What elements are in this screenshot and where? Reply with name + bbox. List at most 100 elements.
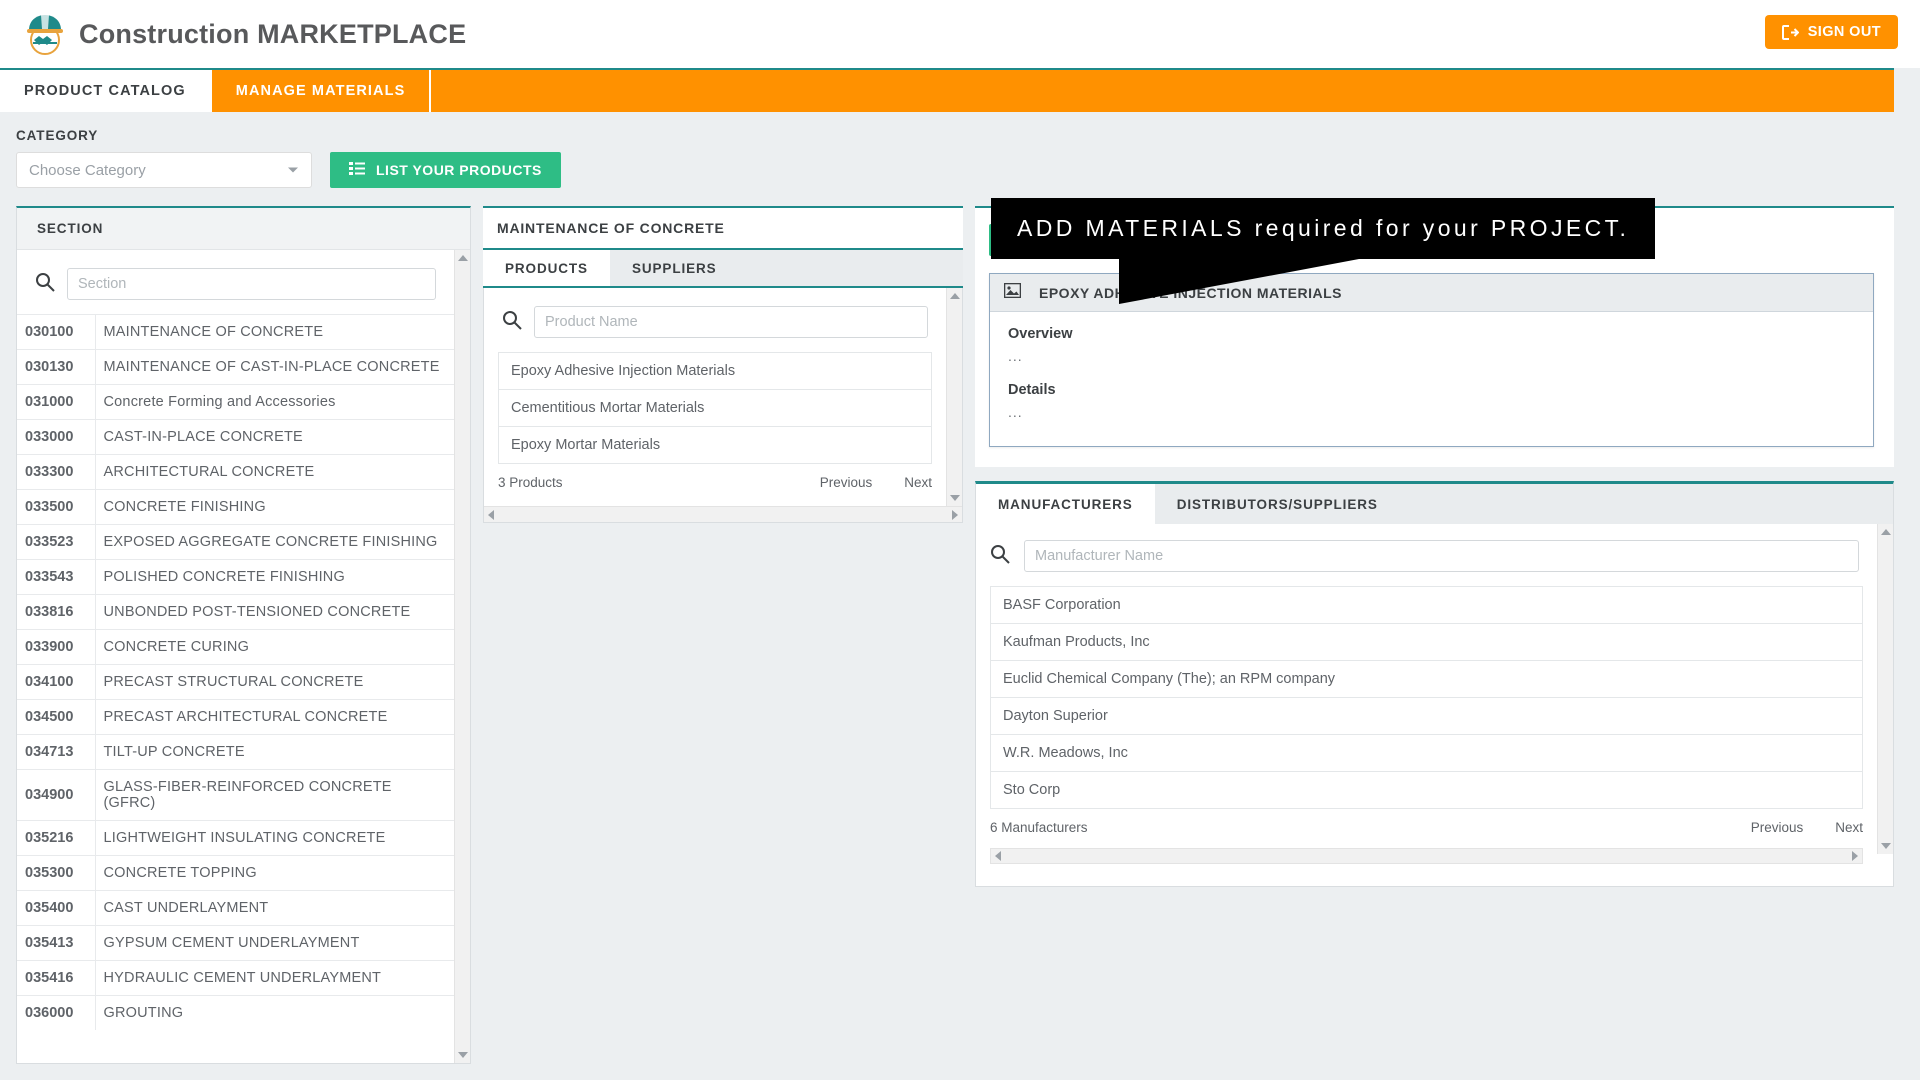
section-name: PRECAST ARCHITECTURAL CONCRETE: [103, 709, 388, 725]
scroll-up-icon[interactable]: [1880, 529, 1891, 535]
sign-out-label: SIGN OUT: [1807, 24, 1881, 40]
table-row[interactable]: 033000 CAST-IN-PLACE CONCRETE: [17, 419, 454, 455]
list-item[interactable]: Sto Corp: [990, 771, 1863, 809]
table-row[interactable]: 036000 GROUTING: [17, 995, 454, 1030]
table-row[interactable]: 033900 CONCRETE CURING: [17, 629, 454, 665]
main-content: SECTION 030100MAINTENANCE OF CONCRETE030…: [0, 188, 1920, 1064]
category-select[interactable]: Choose Category: [16, 152, 312, 188]
scroll-left-icon[interactable]: [995, 851, 1001, 861]
category-label: CATEGORY: [16, 128, 99, 143]
section-name: GYPSUM CEMENT UNDERLAYMENT: [103, 935, 360, 951]
tab-product-catalog[interactable]: PRODUCT CATALOG: [0, 70, 212, 112]
section-code: 033300: [17, 454, 96, 490]
section-code: 034500: [17, 699, 96, 735]
section-code: 035400: [17, 890, 96, 926]
section-panel: SECTION 030100MAINTENANCE OF CONCRETE030…: [16, 206, 471, 1064]
category-bar: CATEGORY Choose Category LIST YOUR PRODU…: [0, 112, 1920, 188]
table-row[interactable]: 034900 GLASS-FIBER-REINFORCED CONCRETE (G…: [17, 769, 454, 821]
section-name: LIGHTWEIGHT INSULATING CONCRETE: [103, 830, 386, 846]
section-code: 034900: [17, 769, 96, 821]
product-previous-link[interactable]: Previous: [820, 475, 873, 490]
table-row[interactable]: 035216 LIGHTWEIGHT INSULATING CONCRETE: [17, 820, 454, 856]
section-code: 035416: [17, 960, 96, 996]
manufacturer-horizontal-scrollbar[interactable]: [990, 848, 1863, 864]
manufacturer-previous-link[interactable]: Previous: [1751, 820, 1804, 835]
tab-products[interactable]: PRODUCTS: [483, 250, 610, 286]
list-item[interactable]: Epoxy Adhesive Injection Materials: [499, 353, 931, 390]
table-row[interactable]: 035413 GYPSUM CEMENT UNDERLAYMENT: [17, 925, 454, 961]
table-row[interactable]: 033500 CONCRETE FINISHING: [17, 489, 454, 525]
scroll-up-icon[interactable]: [457, 255, 468, 261]
scroll-right-icon[interactable]: [1852, 851, 1858, 861]
list-item[interactable]: Kaufman Products, Inc: [990, 623, 1863, 660]
section-vertical-scrollbar[interactable]: [454, 250, 470, 1063]
section-panel-title: SECTION: [17, 208, 470, 250]
instruction-callout-text: ADD MATERIALS required for your PROJECT.: [991, 198, 1656, 259]
table-row[interactable]: 030130 MAINTENANCE OF CAST-IN-PLACE CONCR…: [17, 349, 454, 385]
section-table: 030100 MAINTENANCE OF CONCRETE 030130 MAINT…: [17, 314, 454, 1030]
manufacturer-count: 6 Manufacturers: [990, 820, 1088, 835]
section-name: Concrete Forming and Accessories: [103, 394, 336, 410]
manufacturer-vertical-scrollbar[interactable]: [1877, 524, 1893, 854]
list-item[interactable]: W.R. Meadows, Inc: [990, 734, 1863, 771]
list-icon: [349, 162, 365, 178]
scroll-down-icon[interactable]: [457, 1052, 468, 1058]
manufacturer-search-row: [976, 524, 1877, 586]
tab-distributors-suppliers-label: DISTRIBUTORS/SUPPLIERS: [1176, 496, 1378, 512]
scroll-down-icon[interactable]: [949, 495, 960, 501]
section-code: 033543: [17, 559, 96, 595]
table-row[interactable]: 033543 POLISHED CONCRETE FINISHING: [17, 559, 454, 595]
scroll-down-icon[interactable]: [1880, 843, 1891, 849]
table-row[interactable]: 034713 TILT-UP CONCRETE: [17, 734, 454, 770]
table-row[interactable]: 033300 ARCHITECTURAL CONCRETE: [17, 454, 454, 490]
list-item[interactable]: BASF Corporation: [990, 586, 1863, 623]
sign-out-button[interactable]: SIGN OUT: [1764, 15, 1898, 49]
table-row[interactable]: 035416 HYDRAULIC CEMENT UNDERLAYMENT: [17, 960, 454, 996]
manufacturer-list: BASF Corporation Kaufman Products, Inc Euc…: [976, 586, 1877, 809]
list-item[interactable]: Cementitious Mortar Materials: [499, 390, 931, 427]
product-vertical-scrollbar[interactable]: [946, 288, 962, 506]
section-name: MAINTENANCE OF CONCRETE: [103, 324, 324, 340]
scroll-right-icon[interactable]: [952, 509, 958, 520]
section-code: 034713: [17, 734, 96, 770]
table-row[interactable]: 034500 PRECAST ARCHITECTURAL CONCRETE: [17, 699, 454, 735]
tab-suppliers[interactable]: SUPPLIERS: [609, 250, 739, 286]
product-search-input[interactable]: [534, 306, 928, 338]
section-code: 033900: [17, 629, 96, 665]
list-item[interactable]: Dayton Superior: [990, 697, 1863, 734]
section-code: 033500: [17, 489, 96, 525]
product-field-heading: Overview: [1008, 326, 1073, 342]
list-item[interactable]: Euclid Chemical Company (The); an RPM co…: [990, 660, 1863, 697]
list-your-products-button[interactable]: LIST YOUR PRODUCTS: [330, 152, 561, 188]
table-row[interactable]: 033816 UNBONDED POST-TENSIONED CONCRETE: [17, 594, 454, 630]
table-row[interactable]: 035300 CONCRETE TOPPING: [17, 855, 454, 891]
table-row[interactable]: 034100 PRECAST STRUCTURAL CONCRETE: [17, 664, 454, 700]
product-next-link[interactable]: Next: [904, 475, 932, 490]
scroll-up-icon[interactable]: [949, 293, 960, 299]
manufacturer-search-input[interactable]: [1024, 540, 1859, 572]
scroll-left-icon[interactable]: [488, 509, 494, 520]
section-name: GLASS-FIBER-REINFORCED CONCRETE (GFRC): [103, 779, 392, 811]
search-icon: [502, 310, 522, 335]
section-search-input[interactable]: [67, 268, 436, 300]
section-code: 036000: [17, 995, 96, 1030]
section-code: 031000: [17, 384, 96, 420]
tab-manufacturers[interactable]: MANUFACTURERS: [976, 484, 1155, 524]
search-icon: [990, 544, 1010, 569]
table-row[interactable]: 035400 CAST UNDERLAYMENT: [17, 890, 454, 926]
tab-distributors-suppliers[interactable]: DISTRIBUTORS/SUPPLIERS: [1154, 484, 1400, 524]
list-item[interactable]: Epoxy Mortar Materials: [499, 427, 931, 464]
table-row[interactable]: 031000 Concrete Forming and Accessories: [17, 384, 454, 420]
page-title: Construction MARKETPLACE: [79, 18, 467, 49]
manufacturer-next-link[interactable]: Next: [1835, 820, 1863, 835]
sign-out-icon: [1781, 24, 1799, 40]
section-name: CONCRETE TOPPING: [103, 865, 257, 881]
section-name: PRECAST STRUCTURAL CONCRETE: [103, 674, 364, 690]
center-panel-title: MAINTENANCE OF CONCRETE: [483, 206, 963, 248]
tab-manage-materials[interactable]: MANAGE MATERIALS: [212, 70, 432, 112]
product-horizontal-scrollbar[interactable]: [484, 506, 962, 522]
section-code: 030130: [17, 349, 96, 385]
product-search-row: [484, 288, 946, 352]
table-row[interactable]: 030100 MAINTENANCE OF CONCRETE: [17, 314, 454, 350]
table-row[interactable]: 033523 EXPOSED AGGREGATE CONCRETE FINISHI…: [17, 524, 454, 560]
